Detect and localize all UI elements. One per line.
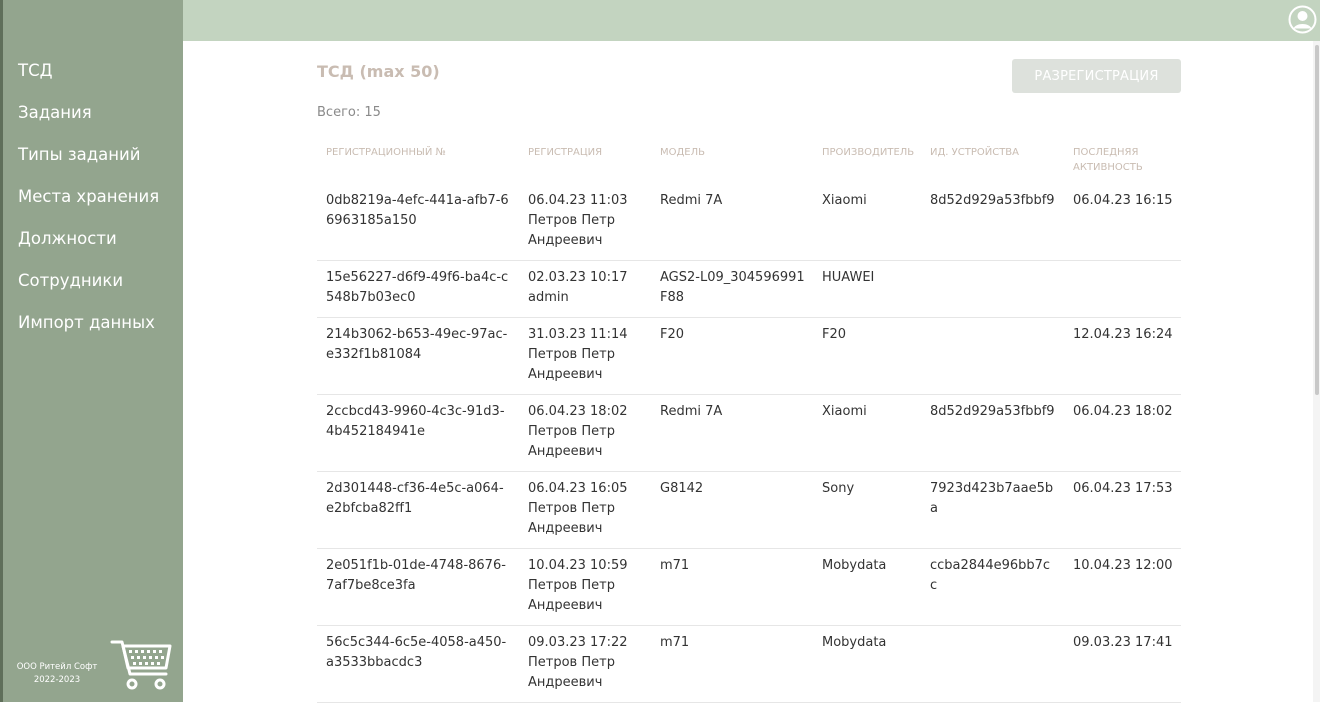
cell-reg-no: 2d301448-cf36-4e5c-a064-e2bfcba82ff1 [317,471,519,549]
cell-last-activity: 06.04.23 17:53 [1064,471,1181,549]
cell-model: m71 [651,625,813,703]
table-row[interactable]: 2e051f1b-01de-4748-8676-7af7be8ce3fa 10.… [317,548,1181,626]
cell-last-activity: 10.04.23 12:00 [1064,548,1181,626]
table-row[interactable]: 0db8219a-4efc-441a-afb7-66963185a150 06.… [317,184,1181,261]
cell-registration: 06.04.23 18:02 Петров Петр Андреевич [519,394,651,472]
total-count: Всего: 15 [317,105,381,120]
cell-model: G8142 [651,471,813,549]
sidebar-item-tsd[interactable]: ТСД [18,50,159,92]
cell-device-id: 8d52d929a53fbbf9 [921,394,1064,472]
table-row[interactable]: 56c5c344-6c5e-4058-a450-a3533bbacdc3 09.… [317,625,1181,703]
cell-reg-no: 56c5c344-6c5e-4058-a450-a3533bbacdc3 [317,625,519,703]
cell-model: Redmi 7A [651,184,813,261]
cell-reg-user: admin [528,290,569,305]
cell-vendor: Xiaomi [813,184,921,261]
cell-reg-date: 06.04.23 11:03 [528,193,628,208]
cell-reg-no: 2ccbcd43-9960-4c3c-91d3-4b452184941e [317,394,519,472]
cell-last-activity: 12.04.23 16:24 [1064,317,1181,395]
cell-reg-no: 0db8219a-4efc-441a-afb7-66963185a150 [317,184,519,261]
cell-registration: 06.04.23 11:03 Петров Петр Андреевич [519,184,651,261]
cell-model: AGS2-L09_304596991F88 [651,260,813,318]
cell-reg-no: 2e051f1b-01de-4748-8676-7af7be8ce3fa [317,548,519,626]
cell-last-activity [1064,260,1181,318]
sidebar-item-task-types[interactable]: Типы заданий [18,134,159,176]
cell-last-activity: 09.03.23 17:41 [1064,625,1181,703]
cell-reg-date: 02.03.23 10:17 [528,270,628,285]
cell-reg-no: 15e56227-d6f9-49f6-ba4c-c548b7b03ec0 [317,260,519,318]
cell-registration: 02.03.23 10:17 admin [519,260,651,318]
cell-vendor: Mobydata [813,625,921,703]
cell-device-id [921,625,1064,703]
table-row[interactable]: 2d301448-cf36-4e5c-a064-e2bfcba82ff1 06.… [317,471,1181,549]
sidebar: ТСД Задания Типы заданий Места хранения … [3,0,183,702]
sidebar-item-storage-places[interactable]: Места хранения [18,176,159,218]
page-title: ТСД (max 50) [317,62,440,81]
table-header-row: РЕГИСТРАЦИОННЫЙ № РЕГИСТРАЦИЯ МОДЕЛЬ ПРО… [317,135,1181,184]
cell-device-id: ccba2844e96bb7cc [921,548,1064,626]
cell-device-id [921,260,1064,318]
cell-vendor: Xiaomi [813,394,921,472]
cell-reg-user: Петров Петр Андреевич [528,213,615,248]
sidebar-item-tasks[interactable]: Задания [18,92,159,134]
sidebar-item-employees[interactable]: Сотрудники [18,260,159,302]
col-header-registration[interactable]: РЕГИСТРАЦИЯ [519,135,651,184]
cell-vendor: HUAWEI [813,260,921,318]
sidebar-nav: ТСД Задания Типы заданий Места хранения … [18,50,159,344]
cell-registration: 06.04.23 16:05 Петров Петр Андреевич [519,471,651,549]
cell-reg-user: Петров Петр Андреевич [528,424,615,459]
cell-device-id [921,317,1064,395]
table-row[interactable]: 214b3062-b653-49ec-97ac-e332f1b81084 31.… [317,317,1181,395]
sidebar-footer: ООО Ритейл Софт 2022-2023 [15,661,99,687]
table-row[interactable]: 15e56227-d6f9-49f6-ba4c-c548b7b03ec0 02.… [317,260,1181,318]
cell-reg-user: Петров Петр Андреевич [528,501,615,536]
cell-registration: 09.03.23 17:22 Петров Петр Андреевич [519,625,651,703]
table-row[interactable]: 2ccbcd43-9960-4c3c-91d3-4b452184941e 06.… [317,394,1181,472]
cell-reg-no: 214b3062-b653-49ec-97ac-e332f1b81084 [317,317,519,395]
cell-registration: 31.03.23 11:14 Петров Петр Андреевич [519,317,651,395]
cell-reg-date: 10.04.23 10:59 [528,558,628,573]
cell-reg-date: 31.03.23 11:14 [528,327,628,342]
col-header-vendor[interactable]: ПРОИЗВОДИТЕЛЬ [813,135,921,184]
sidebar-item-positions[interactable]: Должности [18,218,159,260]
cell-device-id: 8d52d929a53fbbf9 [921,184,1064,261]
cell-model: F20 [651,317,813,395]
cell-reg-date: 06.04.23 16:05 [528,481,628,496]
cell-model: m71 [651,548,813,626]
cell-vendor: Mobydata [813,548,921,626]
cell-reg-date: 06.04.23 18:02 [528,404,628,419]
cell-reg-date: 09.03.23 17:22 [528,635,628,650]
footer-company: ООО Ритейл Софт [16,662,98,672]
cell-vendor: F20 [813,317,921,395]
cell-reg-user: Петров Петр Андреевич [528,655,615,690]
col-header-device-id[interactable]: ИД. УСТРОЙСТВА [921,135,1064,184]
sidebar-item-data-import[interactable]: Импорт данных [18,302,159,344]
col-header-last-activity[interactable]: ПОСЛЕДНЯЯ АКТИВНОСТЬ [1064,135,1181,184]
shopping-cart-icon [110,638,174,696]
cell-vendor: Sony [813,471,921,549]
col-header-reg-no[interactable]: РЕГИСТРАЦИОННЫЙ № [317,135,519,184]
top-bar [183,0,1320,41]
devices-table: РЕГИСТРАЦИОННЫЙ № РЕГИСТРАЦИЯ МОДЕЛЬ ПРО… [317,135,1181,703]
unregister-button[interactable]: РАЗРЕГИСТРАЦИЯ [1012,59,1181,93]
cell-model: Redmi 7A [651,394,813,472]
col-header-model[interactable]: МОДЕЛЬ [651,135,813,184]
cell-reg-user: Петров Петр Андреевич [528,347,615,382]
cell-reg-user: Петров Петр Андреевич [528,578,615,613]
cell-last-activity: 06.04.23 18:02 [1064,394,1181,472]
cell-last-activity: 06.04.23 16:15 [1064,184,1181,261]
footer-years: 2022-2023 [33,675,81,685]
user-circle-icon[interactable] [1288,5,1317,34]
cell-device-id: 7923d423b7aae5ba [921,471,1064,549]
scrollbar-thumb[interactable] [1315,45,1319,395]
cell-registration: 10.04.23 10:59 Петров Петр Андреевич [519,548,651,626]
